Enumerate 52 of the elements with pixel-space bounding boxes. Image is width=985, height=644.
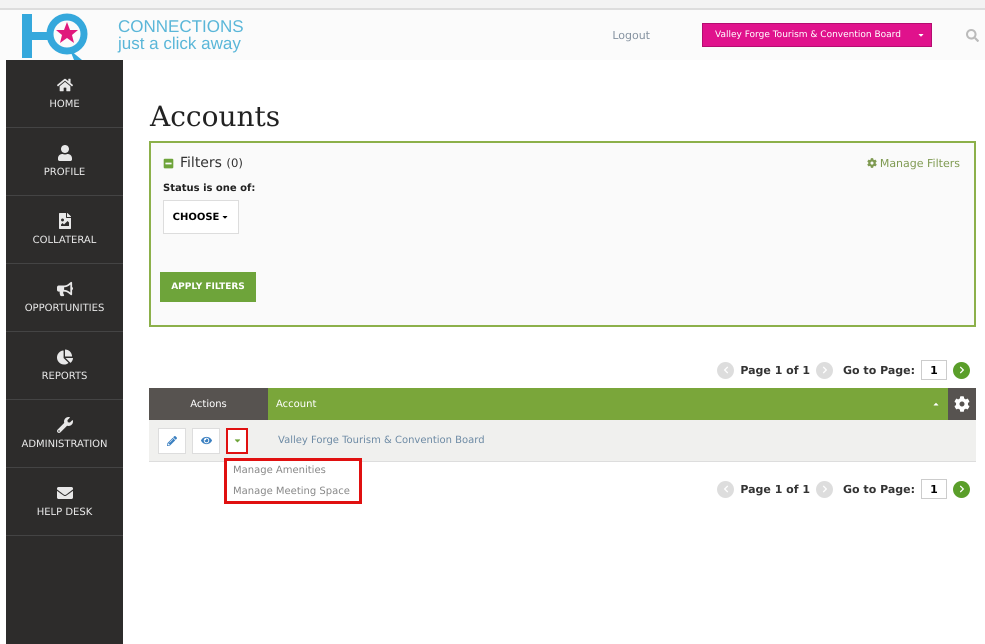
megaphone-icon [56,281,72,297]
page-indicator: Page 1 of 1 [740,482,810,496]
chevron-left-icon [722,485,730,493]
go-to-page-label: Go to Page: [843,482,915,496]
sort-icon [932,400,940,408]
brand-name: CONNECTIONS [118,18,244,35]
menu-item[interactable]: Manage Amenities [233,463,353,478]
status-label: Status is one of: [163,183,256,194]
wrench-icon [56,417,72,433]
sidebar-item[interactable]: ADMINISTRATION [6,400,123,468]
go-button[interactable] [953,480,970,498]
pie-chart-icon [56,349,72,365]
account-name: Valley Forge Tourism & Convention Board [278,435,485,446]
chevron-right-icon [820,485,829,493]
sidebar-item[interactable]: REPORTS [6,332,123,400]
choose-dropdown[interactable]: CHOOSE [163,200,239,234]
sidebar-item[interactable]: HELP DESK [6,468,123,536]
account-select[interactable]: Valley Forge Tourism & Convention Board [702,23,932,47]
page-indicator: Page 1 of 1 [740,364,810,376]
view-button[interactable] [192,428,220,454]
image-icon [56,213,72,229]
home-icon [56,77,72,93]
chevron-left-icon [722,366,730,374]
pencil-icon [167,436,177,446]
chevron-right-icon [958,366,966,374]
settings-button[interactable] [948,388,976,420]
gear-icon [866,158,877,168]
page-input-field[interactable]: 1 [921,479,947,499]
dropdown-button[interactable] [226,428,248,454]
filters-title: Filters (0) [180,155,243,171]
menu-item[interactable]: Manage Meeting Space [233,484,353,499]
edit-button[interactable] [158,428,186,454]
collapse-icon[interactable] [163,158,174,168]
chevron-right-icon [958,485,966,493]
sidebar-item[interactable]: OPPORTUNITIES [6,264,123,332]
caret-icon [917,31,925,39]
sidebar-item[interactable]: PROFILE [6,128,123,196]
column-header: Actions [149,388,268,420]
envelope-icon [56,485,72,501]
eye-icon [200,435,212,446]
sidebar-item[interactable]: HOME [6,60,123,128]
go-button[interactable] [953,362,970,378]
tagline: just a click away [118,35,242,52]
user-icon [56,145,72,161]
go-to-page-label: Go to Page: [843,364,915,376]
search-icon[interactable] [966,28,979,42]
settings-icon [954,396,970,412]
caret-icon [221,213,230,221]
chevron-right-icon [820,366,829,374]
page-input-field[interactable]: 1 [921,360,947,380]
page-title: Accounts [150,100,282,133]
sidebar-item[interactable]: COLLATERAL [6,196,123,264]
